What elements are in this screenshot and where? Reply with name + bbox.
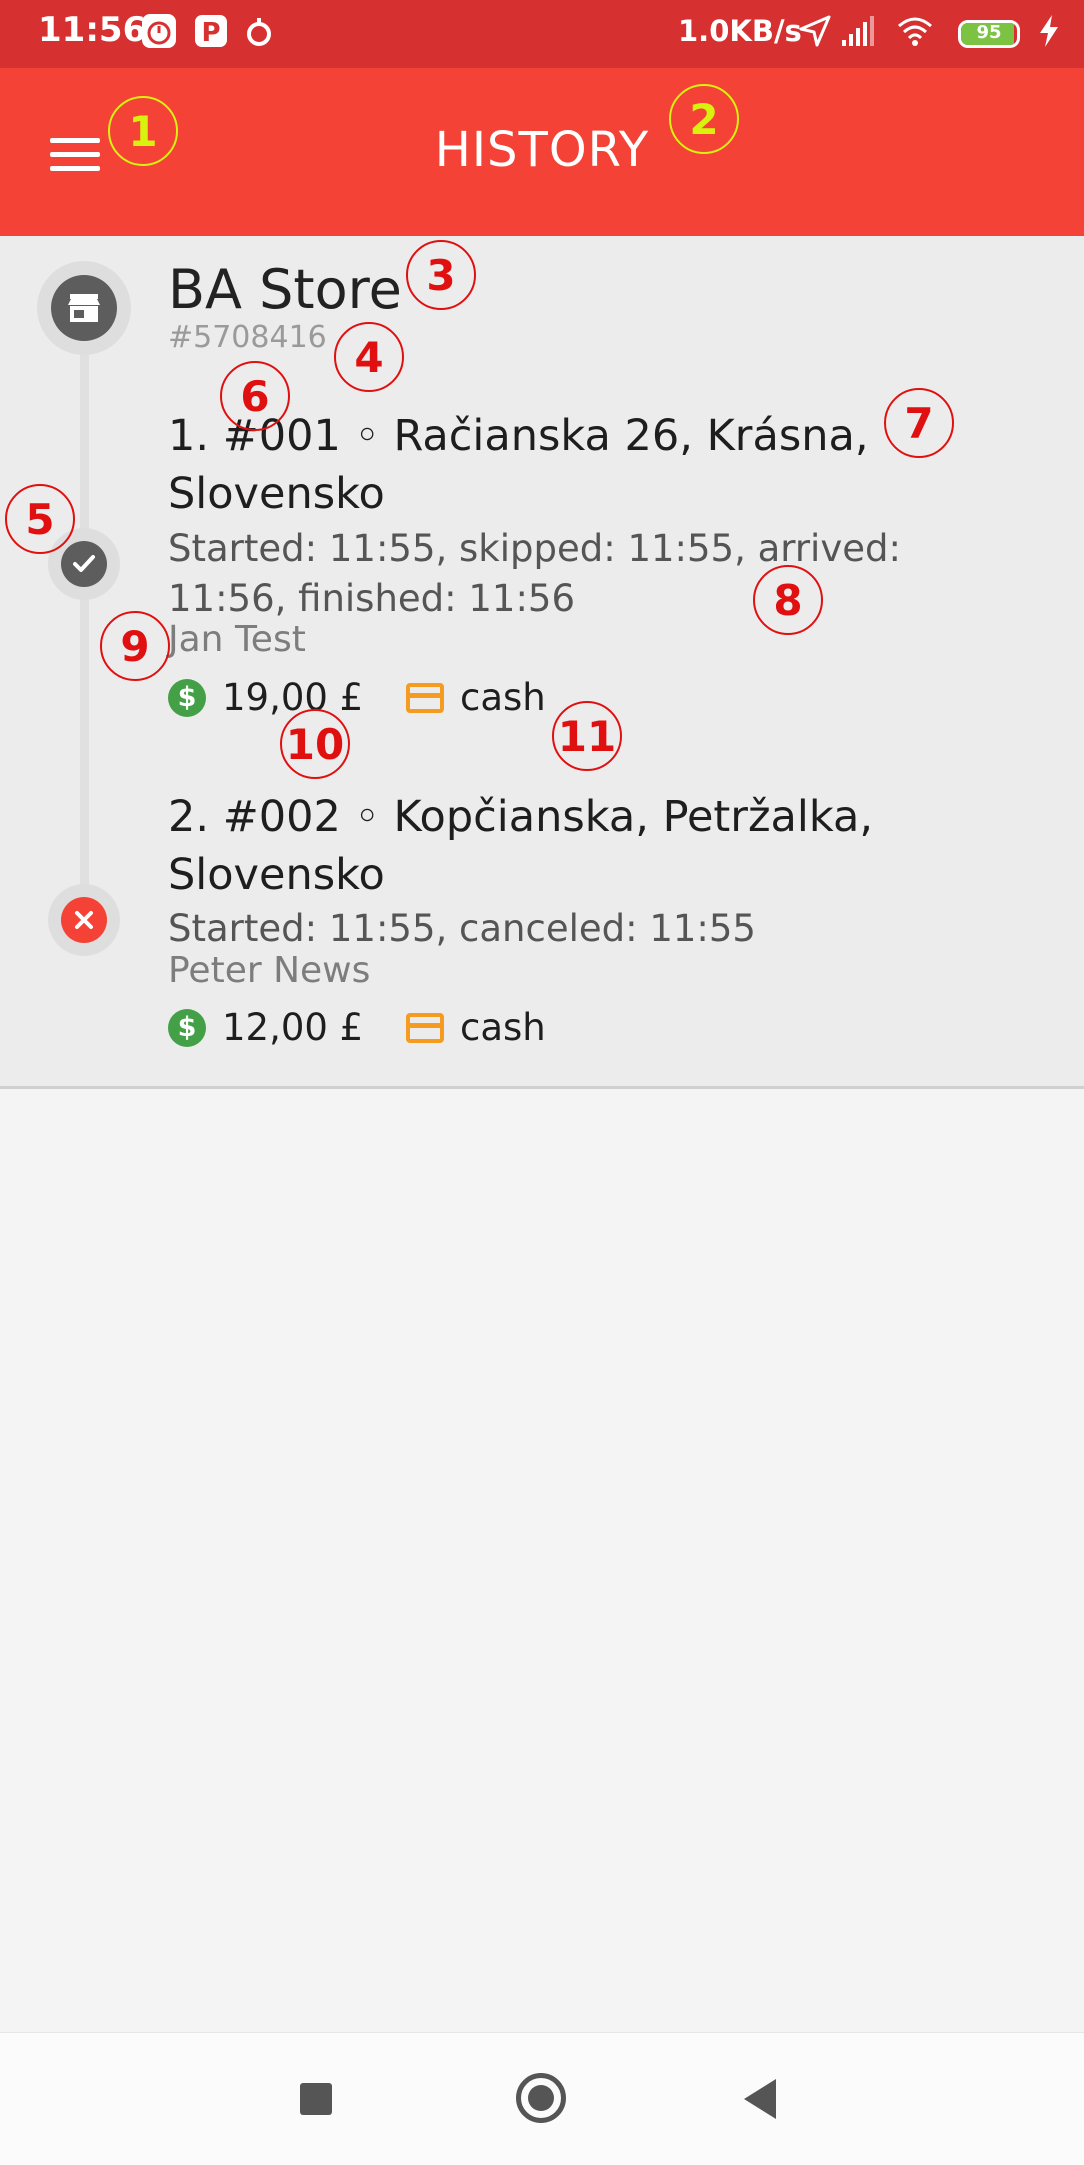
store-icon <box>51 275 117 341</box>
cancel-icon <box>61 897 107 943</box>
annotation-marker: 2 <box>669 84 739 154</box>
charging-icon <box>1040 15 1058 47</box>
parking-app-icon: P <box>195 15 227 48</box>
timeline-line <box>80 296 89 916</box>
back-button[interactable] <box>744 2079 776 2119</box>
payment-method: cash <box>460 676 546 719</box>
system-nav-bar <box>0 2032 1084 2165</box>
payment-item: cash <box>406 1006 546 1049</box>
home-button[interactable] <box>516 2073 566 2123</box>
annotation-marker: 9 <box>100 611 170 681</box>
store-node <box>37 261 131 355</box>
price-item: $ 12,00 £ <box>168 1006 363 1049</box>
network-speed: 1.0KB/s <box>678 14 802 48</box>
wifi-icon <box>898 17 932 46</box>
stop-price: 12,00 £ <box>222 1006 364 1049</box>
stop-times: Started: 11:55, canceled: 11:55 <box>168 907 756 950</box>
location-arrow-icon <box>799 15 831 47</box>
stop-customer: Jan Test <box>168 619 306 660</box>
stopwatch-app-icon <box>142 14 176 48</box>
payment-item: cash <box>406 676 546 719</box>
store-name: BA Store <box>168 258 402 321</box>
recents-button[interactable] <box>300 2083 332 2115</box>
annotation-marker: 10 <box>280 709 350 779</box>
annotation-marker: 8 <box>753 565 823 635</box>
check-icon <box>61 541 107 587</box>
stop-status-node <box>48 884 120 956</box>
route-id: #5708416 <box>168 320 327 355</box>
stop-title[interactable]: 2. #002 ◦ Kopčianska, Petržalka, Slovens… <box>168 788 1028 904</box>
status-time: 11:56 <box>38 10 147 50</box>
dollar-icon: $ <box>168 1008 206 1047</box>
payment-method: cash <box>460 1006 546 1049</box>
stop-meta: $ 12,00 £ cash <box>168 1006 668 1050</box>
annotation-marker: 4 <box>334 322 404 392</box>
annotation-marker: 3 <box>406 240 476 310</box>
annotation-marker: 1 <box>108 96 178 166</box>
svg-text:P: P <box>201 18 220 48</box>
status-bar: 11:56 P 1.0KB/s 95 <box>0 0 1084 68</box>
timer-app-icon <box>247 18 271 46</box>
dollar-icon: $ <box>168 678 206 717</box>
annotation-marker: 11 <box>552 701 622 771</box>
battery-level: 95 <box>976 22 1002 43</box>
payment-card-icon <box>406 682 444 713</box>
stop-price: 19,00 £ <box>222 676 364 719</box>
price-item: $ 19,00 £ <box>168 676 363 719</box>
battery-indicator: 95 <box>958 20 1020 48</box>
stop-times: Started: 11:55, skipped: 11:55, arrived:… <box>168 527 901 620</box>
stop-customer: Peter News <box>168 950 371 991</box>
annotation-marker: 7 <box>884 388 954 458</box>
annotation-marker: 5 <box>5 484 75 554</box>
signal-icon <box>842 16 874 46</box>
payment-card-icon <box>406 1012 444 1043</box>
annotation-marker: 6 <box>220 361 290 431</box>
